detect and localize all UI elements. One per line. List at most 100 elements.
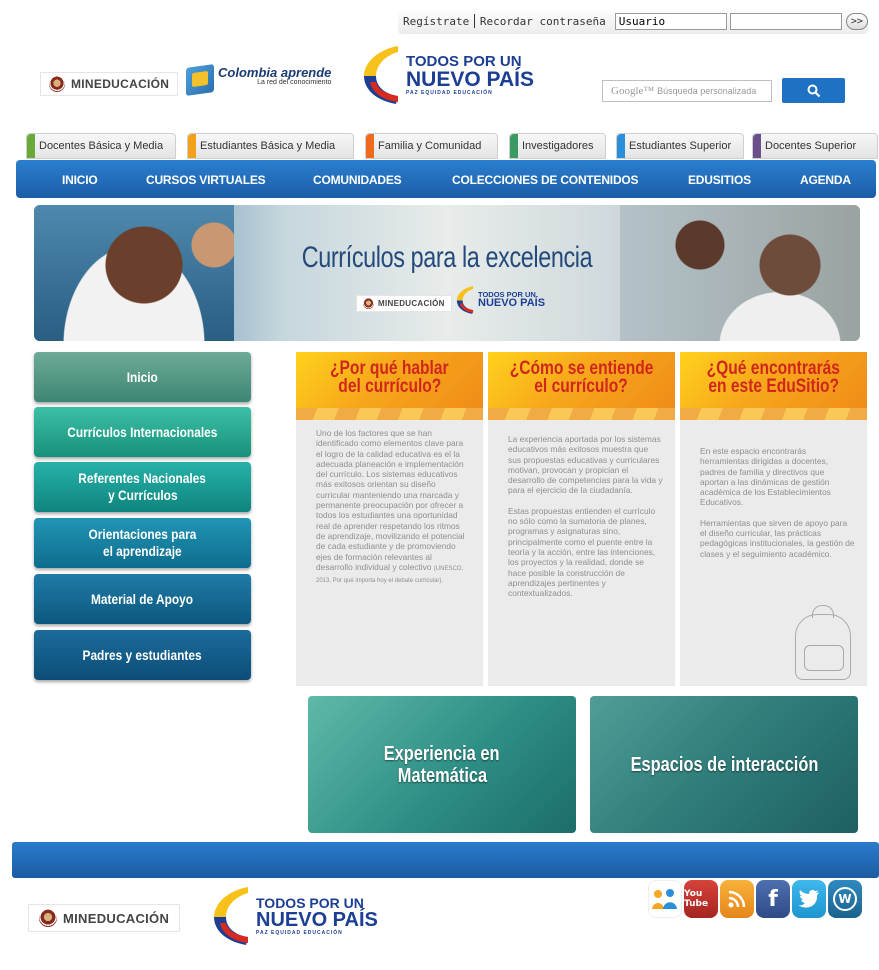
recover-password-link[interactable]: Recordar contraseña	[475, 15, 611, 28]
nav-colecciones[interactable]: COLECCIONES DE CONTENIDOS	[452, 173, 639, 187]
main-nav: INICIO CURSOS VIRTUALES COMUNIDADES COLE…	[16, 160, 876, 198]
column-title: ¿Cómo se entiende el currículo?	[488, 359, 675, 397]
tpun-line2: NUEVO PAÍS	[406, 68, 534, 91]
mineducacion-label: MINEDUCACIÓN	[71, 77, 170, 91]
column-title-line2: en este EduSitio?	[708, 376, 839, 397]
tab-investigadores[interactable]: Investigadores	[509, 133, 606, 159]
column-paragraph: La experiencia aportada por los sistemas…	[508, 434, 663, 496]
facebook-icon[interactable]: f	[756, 880, 790, 918]
twitter-icon[interactable]	[792, 880, 826, 918]
login-bar: Regístrate Recordar contraseña >>	[398, 8, 868, 34]
colombia-aprende-title: Colombia aprende	[218, 65, 332, 80]
footer-tpun-line2: NUEVO PAÍS	[256, 909, 378, 931]
tab-docentes-superior[interactable]: Docentes Superior	[752, 133, 878, 159]
google-brand: Google™	[611, 85, 655, 97]
info-column-por-que: ¿Por qué hablar del currículo? Uno de lo…	[296, 352, 483, 686]
tab-label: Estudiantes Básica y Media	[200, 140, 336, 152]
colombia-aprende-logo[interactable]: Colombia aprende La red del conocimiento	[186, 64, 332, 96]
feature-label: Espacios de interacción	[630, 753, 818, 776]
nav-cursos-virtuales[interactable]: CURSOS VIRTUALES	[146, 173, 266, 187]
tab-label: Familia y Comunidad	[378, 140, 482, 152]
column-paragraph: Herramientas que sirven de apoyo para el…	[700, 517, 855, 559]
community-icon[interactable]	[648, 880, 682, 918]
menu-label-line2: y Currículos	[107, 487, 178, 503]
password-input[interactable]	[729, 12, 842, 30]
column-title-line2: del currículo?	[337, 376, 442, 397]
wordpress-icon[interactable]: W	[828, 880, 862, 918]
menu-label-line1: Referentes Nacionales	[78, 470, 207, 486]
login-submit-button[interactable]: >>	[845, 12, 868, 30]
menu-label: Inicio	[126, 368, 159, 385]
footer-tpun-line1: TODOS POR UN	[256, 895, 364, 911]
search-input[interactable]: Google™ Búsqueda personalizada	[602, 80, 772, 102]
banner-mineducacion-label: MINEDUCACIÓN	[378, 299, 445, 308]
menu-orientaciones[interactable]: Orientaciones para el aprendizaje	[34, 518, 251, 568]
nav-edusitios[interactable]: EDUSITIOS	[688, 173, 751, 187]
search-icon	[807, 84, 820, 97]
menu-padres-estudiantes[interactable]: Padres y estudiantes	[34, 630, 251, 680]
tpun-line1: TODOS POR UN	[406, 53, 522, 70]
column-title: ¿Por qué hablar del currículo?	[296, 359, 483, 397]
footer-bar	[12, 842, 879, 878]
column-body: La experiencia aportada por los sistemas…	[508, 434, 663, 608]
column-title-line2: el currículo?	[534, 376, 629, 397]
menu-label: Padres y estudiantes	[82, 646, 203, 663]
footer-tpun-logo[interactable]: TODOS POR UN NUEVO PAÍS PAZ EQUIDAD EDUC…	[208, 882, 378, 950]
tab-label: Docentes Superior	[765, 140, 857, 152]
mineducacion-logo[interactable]: MINEDUCACIÓN	[40, 72, 179, 96]
coat-of-arms-icon	[49, 76, 65, 92]
tab-label: Docentes Básica y Media	[39, 140, 164, 152]
tab-familia-comunidad[interactable]: Familia y Comunidad	[365, 133, 498, 159]
colombia-aprende-subtitle: La red del conocimiento	[257, 79, 332, 86]
column-body: Uno de los factores que se han identific…	[316, 428, 471, 596]
youtube-icon[interactable]: You Tube	[684, 880, 718, 918]
menu-material-apoyo[interactable]: Material de Apoyo	[34, 574, 251, 624]
menu-label-line2: el aprendizaje	[103, 543, 182, 559]
menu-curriculos-internacionales[interactable]: Currículos Internacionales	[34, 407, 251, 457]
feature-label: Experiencia en Matemática	[384, 742, 500, 787]
column-title: ¿Qué encontrarás en este EduSitio?	[680, 359, 867, 397]
tab-estudiantes-basica[interactable]: Estudiantes Básica y Media	[187, 133, 354, 159]
rss-icon[interactable]	[720, 880, 754, 918]
info-column-que-encontraras: ¿Qué encontrarás en este EduSitio? En es…	[680, 352, 867, 686]
menu-inicio[interactable]: Inicio	[34, 352, 251, 402]
column-body: En este espacio encontrarás herramientas…	[700, 446, 855, 569]
flag-swoosh-icon	[364, 46, 398, 104]
info-column-como: ¿Cómo se entiende el currículo? La exper…	[488, 352, 675, 686]
audience-tabs: Docentes Básica y Media Estudiantes Bási…	[26, 133, 878, 159]
todos-por-un-nuevo-pais-logo[interactable]: TODOS POR UN NUEVO PAÍS PAZ EQUIDAD EDUC…	[358, 42, 534, 108]
menu-label-line1: Orientaciones para	[88, 526, 197, 542]
tab-label: Estudiantes Superior	[629, 140, 732, 152]
flag-swoosh-icon	[456, 286, 474, 314]
column-paragraph: Uno de los factores que se han identific…	[316, 428, 465, 585]
menu-label: Currículos Internacionales	[67, 423, 218, 440]
hero-banner: Currículos para la excelencia MINEDUCACI…	[34, 205, 860, 341]
feature-espacios-interaccion[interactable]: Espacios de interacción	[590, 696, 858, 833]
menu-referentes-nacionales[interactable]: Referentes Nacionales y Currículos	[34, 462, 251, 512]
tab-estudiantes-superior[interactable]: Estudiantes Superior	[616, 133, 744, 159]
column-paragraph: Estas propuestas entienden el currículo …	[508, 505, 656, 599]
nav-agenda[interactable]: AGENDA	[800, 173, 851, 187]
flag-swoosh-icon	[214, 887, 248, 945]
banner-tpun-line2: NUEVO PAÍS	[478, 297, 546, 310]
banner-tpun-logo: TODOS POR UN NUEVO PAÍS	[454, 283, 545, 317]
footer-mineducacion-logo[interactable]: MINEDUCACIÓN	[28, 904, 181, 932]
feature-experiencia-matematica[interactable]: Experiencia en Matemática	[308, 696, 576, 833]
menu-label: Material de Apoyo	[91, 590, 194, 607]
username-input[interactable]	[614, 12, 727, 30]
coat-of-arms-icon	[363, 298, 374, 309]
column-paragraph: En este espacio encontrarás herramientas…	[700, 446, 831, 508]
tab-label: Investigadores	[522, 140, 594, 152]
nav-inicio[interactable]: INICIO	[62, 173, 98, 187]
banner-mineducacion-logo: MINEDUCACIÓN	[356, 295, 452, 312]
search-button[interactable]	[782, 78, 845, 103]
banner-title: Currículos para la excelencia	[301, 241, 593, 274]
nav-comunidades[interactable]: COMUNIDADES	[313, 173, 402, 187]
tab-docentes-basica[interactable]: Docentes Básica y Media	[26, 133, 176, 159]
footer-mineducacion-label: MINEDUCACIÓN	[63, 910, 170, 926]
colombia-aprende-icon	[186, 64, 214, 96]
coat-of-arms-icon	[39, 909, 57, 927]
search-placeholder: Búsqueda personalizada	[657, 86, 757, 96]
register-link[interactable]: Regístrate	[398, 15, 474, 28]
backpack-icon	[795, 605, 851, 680]
